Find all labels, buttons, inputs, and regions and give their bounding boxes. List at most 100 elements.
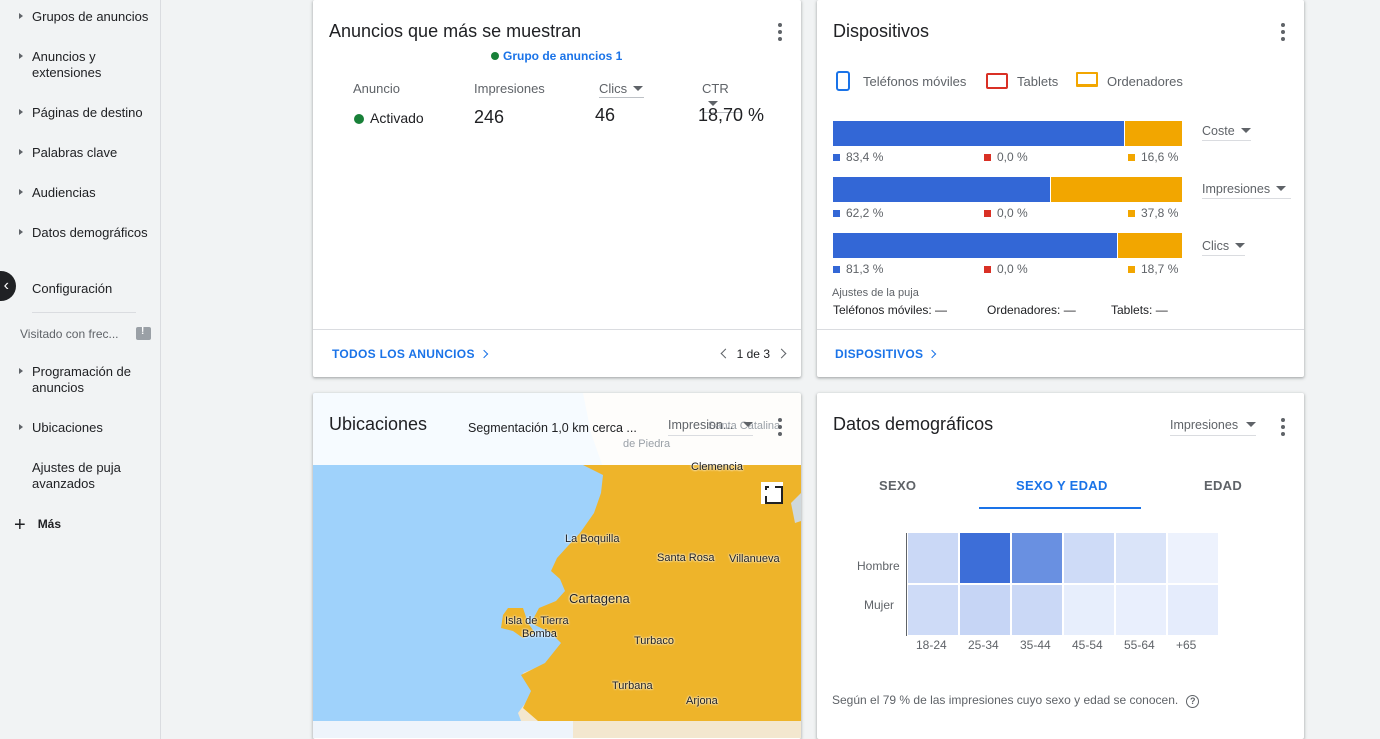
bid-adjustments-title: Ajustes de la puja bbox=[832, 287, 919, 299]
sidebar-item-ad-groups[interactable]: Grupos de anuncios bbox=[0, 9, 160, 25]
more-options-icon[interactable] bbox=[1281, 418, 1285, 436]
device-bar bbox=[833, 177, 1183, 202]
bar-segment-desktop[interactable] bbox=[1118, 233, 1182, 258]
bar-segment-mobile[interactable] bbox=[833, 233, 1117, 258]
heatmap-cell[interactable] bbox=[1064, 585, 1114, 635]
heatmap-col-label: 45-54 bbox=[1072, 638, 1103, 652]
heatmap-cell[interactable] bbox=[1116, 533, 1166, 583]
card-title: Dispositivos bbox=[833, 21, 930, 41]
more-button[interactable]: + Más bbox=[14, 514, 61, 537]
map-label: Bomba bbox=[522, 628, 557, 640]
heatmap-cell[interactable] bbox=[1012, 585, 1062, 635]
sidebar-item-audiences[interactable]: Audiencias bbox=[0, 185, 160, 201]
location-targeting-text: Segmentación 1,0 km cerca ... bbox=[468, 421, 637, 435]
more-options-icon[interactable] bbox=[778, 23, 782, 41]
prev-page-icon[interactable] bbox=[720, 348, 731, 359]
device-metric-dropdown[interactable]: Coste bbox=[1202, 124, 1251, 141]
column-header-ad: Anuncio bbox=[353, 81, 400, 96]
map-label: Turbaco bbox=[634, 635, 674, 647]
clicks-value: 46 bbox=[595, 105, 616, 125]
feedback-icon[interactable] bbox=[136, 326, 151, 340]
sidebar-item-landing-pages[interactable]: Páginas de destino bbox=[0, 105, 160, 121]
heatmap-cell[interactable] bbox=[908, 533, 958, 583]
sidebar-item-ads-extensions[interactable]: Anuncios y extensiones bbox=[0, 49, 160, 81]
tablet-icon bbox=[986, 73, 1008, 89]
bar-segment-desktop[interactable] bbox=[1125, 121, 1182, 146]
active-tab-indicator bbox=[979, 507, 1141, 509]
status-dot-icon bbox=[491, 52, 499, 60]
expand-caret-icon bbox=[19, 109, 23, 115]
map-label: La Boquilla bbox=[565, 533, 620, 545]
card-title: Anuncios que más se muestran bbox=[329, 21, 582, 41]
dropdown-arrow-icon bbox=[1276, 186, 1287, 191]
legend-mobile: Teléfonos móviles bbox=[863, 74, 967, 89]
locations-card: Santa Catalina de Piedra Clemencia La Bo… bbox=[313, 393, 801, 739]
legend-desktop: Ordenadores bbox=[1107, 74, 1183, 89]
pct-value: 37,8 % bbox=[1141, 206, 1179, 220]
sidebar-divider bbox=[32, 312, 136, 313]
devices-card: Dispositivos Teléfonos móviles Tablets O… bbox=[817, 0, 1304, 377]
laptop-icon bbox=[1076, 72, 1098, 87]
legend-square-icon bbox=[984, 154, 991, 161]
heatmap-cell[interactable] bbox=[1168, 585, 1218, 635]
sidebar-item-advanced-bid-adj[interactable]: Ajustes de puja avanzados bbox=[0, 460, 160, 492]
heatmap-cell[interactable] bbox=[960, 533, 1010, 583]
heatmap-cell[interactable] bbox=[1168, 533, 1218, 583]
demographics-metric-dropdown[interactable]: Impresiones bbox=[1170, 418, 1257, 436]
pct-desktop: 16,6 % bbox=[1128, 150, 1178, 164]
column-header-impressions: Impresiones bbox=[474, 81, 545, 96]
expand-caret-icon bbox=[19, 229, 23, 235]
tab-sex-and-age[interactable]: SEXO Y EDAD bbox=[1016, 478, 1108, 493]
help-icon[interactable]: ? bbox=[1186, 695, 1200, 708]
heatmap-col-label: 18-24 bbox=[916, 638, 947, 652]
expand-caret-icon bbox=[19, 53, 23, 59]
sidebar-item-keywords[interactable]: Palabras clave bbox=[0, 145, 160, 161]
heatmap-col-label: 25-34 bbox=[968, 638, 999, 652]
bar-segment-mobile[interactable] bbox=[833, 121, 1124, 146]
map-label: de Piedra bbox=[623, 438, 671, 450]
bar-segment-mobile[interactable] bbox=[833, 177, 1050, 202]
heatmap-cell[interactable] bbox=[1064, 533, 1114, 583]
devices-link[interactable]: DISPOSITIVOS bbox=[835, 347, 937, 361]
device-metric-dropdown[interactable]: Impresiones bbox=[1202, 182, 1291, 199]
ad-status: Activado bbox=[354, 110, 424, 126]
heatmap-cell[interactable] bbox=[960, 585, 1010, 635]
expand-caret-icon bbox=[19, 149, 23, 155]
more-options-icon[interactable] bbox=[778, 418, 782, 436]
sidebar-item-ad-schedule[interactable]: Programación de anuncios bbox=[0, 364, 160, 396]
pct-value: 83,4 % bbox=[846, 150, 884, 164]
heatmap-cell[interactable] bbox=[1116, 585, 1166, 635]
more-options-icon[interactable] bbox=[1281, 23, 1285, 41]
column-header-clicks[interactable]: Clics bbox=[599, 81, 644, 98]
expand-caret-icon bbox=[19, 424, 23, 430]
map-label: Isla de Tierra bbox=[505, 615, 569, 627]
pct-mobile: 81,3 % bbox=[833, 262, 883, 276]
legend-square-icon bbox=[984, 266, 991, 273]
pct-value: 18,7 % bbox=[1141, 262, 1179, 276]
map-metric-dropdown[interactable]: Impresion... bbox=[668, 418, 754, 436]
bid-mobile: Teléfonos móviles: — bbox=[833, 303, 948, 317]
bar-segment-desktop[interactable] bbox=[1051, 177, 1182, 202]
ad-group-link[interactable]: Grupo de anuncios 1 bbox=[491, 49, 622, 63]
sidebar-item-settings[interactable]: Configuración bbox=[0, 281, 160, 297]
all-ads-link[interactable]: TODOS LOS ANUNCIOS bbox=[332, 347, 488, 361]
map-label: Villanueva bbox=[729, 553, 780, 565]
pct-value: 0,0 % bbox=[997, 206, 1028, 220]
bid-tablet: Tablets: — bbox=[1111, 303, 1168, 317]
demographics-note: Según el 79 % de las impresiones cuyo se… bbox=[832, 693, 1200, 708]
device-metric-dropdown[interactable]: Clics bbox=[1202, 239, 1246, 256]
heatmap-cell[interactable] bbox=[1012, 533, 1062, 583]
tab-sex[interactable]: SEXO bbox=[879, 478, 916, 493]
sidebar-item-locations[interactable]: Ubicaciones bbox=[0, 420, 160, 436]
device-bar bbox=[833, 233, 1183, 258]
next-page-icon[interactable] bbox=[776, 348, 787, 359]
heatmap-cell[interactable] bbox=[908, 585, 958, 635]
sidebar-item-demographics[interactable]: Datos demográficos bbox=[0, 225, 160, 241]
fullscreen-icon[interactable] bbox=[761, 482, 783, 504]
tab-age[interactable]: EDAD bbox=[1204, 478, 1242, 493]
left-sidebar: Grupos de anuncios Anuncios y extensione… bbox=[0, 0, 161, 739]
chevron-right-icon bbox=[928, 349, 937, 359]
pct-value: 0,0 % bbox=[997, 150, 1028, 164]
map[interactable]: Santa Catalina de Piedra Clemencia La Bo… bbox=[313, 393, 801, 738]
map-label: Turbana bbox=[612, 680, 653, 692]
